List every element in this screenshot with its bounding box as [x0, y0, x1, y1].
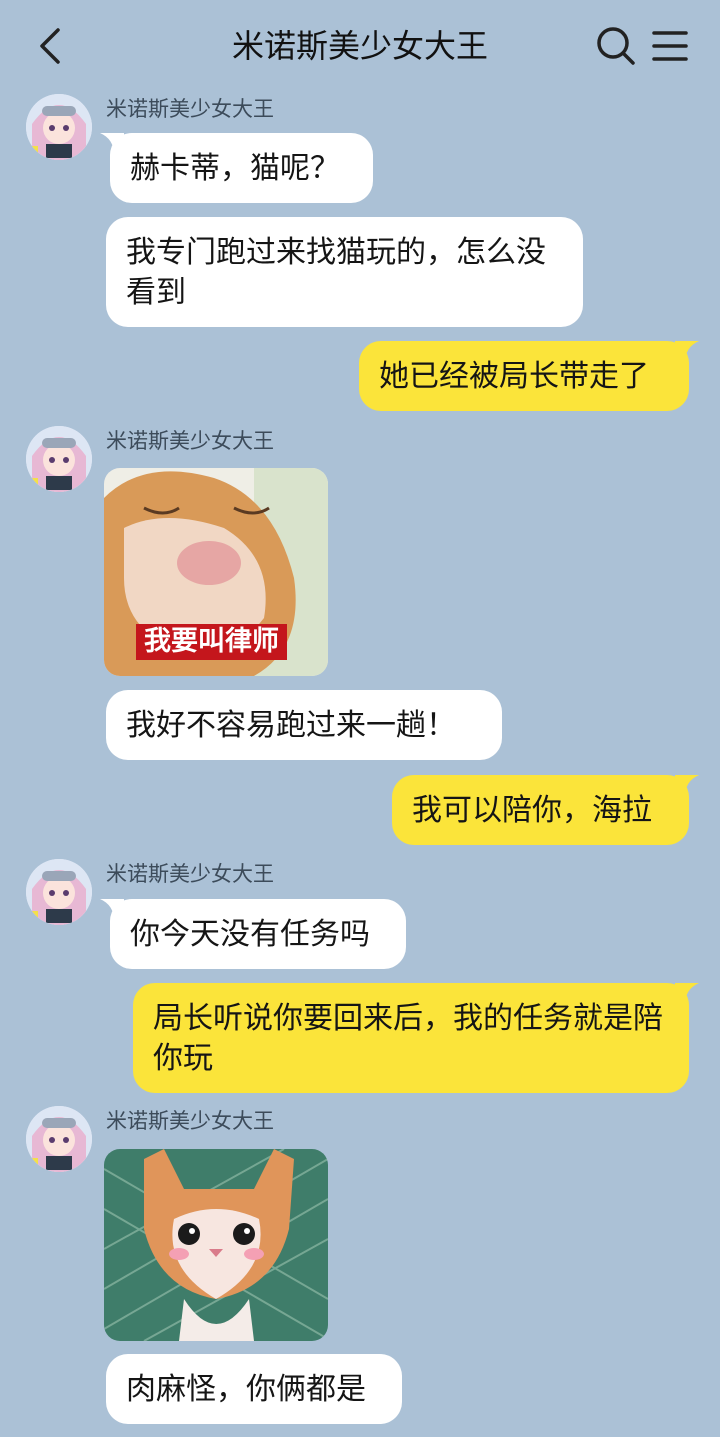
avatar[interactable] — [26, 94, 92, 160]
search-button[interactable] — [594, 24, 638, 68]
blushing-kitten-sticker[interactable] — [104, 1149, 328, 1341]
sender-name: 米诺斯美少女大王 — [106, 97, 274, 121]
avatar[interactable] — [26, 1106, 92, 1172]
message-text: 你今天没有任务吗 — [130, 917, 370, 952]
message-bubble-outgoing[interactable]: 我可以陪你，海拉 — [392, 775, 699, 845]
message-text: 局长听说你要回来后，我的任务就是陪你玩 — [153, 1001, 663, 1076]
message-bubble-outgoing[interactable]: 她已经被局长带走了 — [359, 341, 699, 411]
avatar[interactable] — [26, 426, 92, 492]
avatar[interactable] — [26, 859, 92, 925]
sender-name: 米诺斯美少女大王 — [106, 862, 274, 886]
crying-kitten-sticker[interactable]: 我要叫律师 — [104, 468, 328, 676]
message-text: 我专门跑过来找猫玩的，怎么没看到 — [126, 235, 546, 310]
sticker-caption: 我要叫律师 — [136, 624, 287, 660]
message-text: 我可以陪你，海拉 — [412, 793, 652, 828]
menu-icon — [652, 31, 688, 61]
message-bubble-incoming[interactable]: 我好不容易跑过来一趟！ — [106, 690, 502, 760]
message-text: 赫卡蒂，猫呢？ — [130, 151, 340, 186]
message-bubble-incoming[interactable]: 我专门跑过来找猫玩的，怎么没看到 — [106, 217, 583, 327]
message-text: 她已经被局长带走了 — [379, 359, 649, 394]
message-text: 我好不容易跑过来一趟！ — [126, 708, 456, 743]
message-text: 肉麻怪，你俩都是 — [126, 1372, 366, 1407]
search-icon — [597, 27, 635, 65]
sender-name: 米诺斯美少女大王 — [106, 1109, 274, 1133]
menu-button[interactable] — [648, 24, 692, 68]
message-bubble-incoming[interactable]: 赫卡蒂，猫呢？ — [100, 133, 373, 203]
message-bubble-incoming[interactable]: 你今天没有任务吗 — [100, 899, 406, 969]
message-bubble-outgoing[interactable]: 局长听说你要回来后，我的任务就是陪你玩 — [133, 983, 699, 1093]
chat-header: 米诺斯美少女大王 — [0, 0, 720, 92]
sender-name: 米诺斯美少女大王 — [106, 429, 274, 453]
message-bubble-incoming[interactable]: 肉麻怪，你俩都是 — [106, 1354, 402, 1424]
